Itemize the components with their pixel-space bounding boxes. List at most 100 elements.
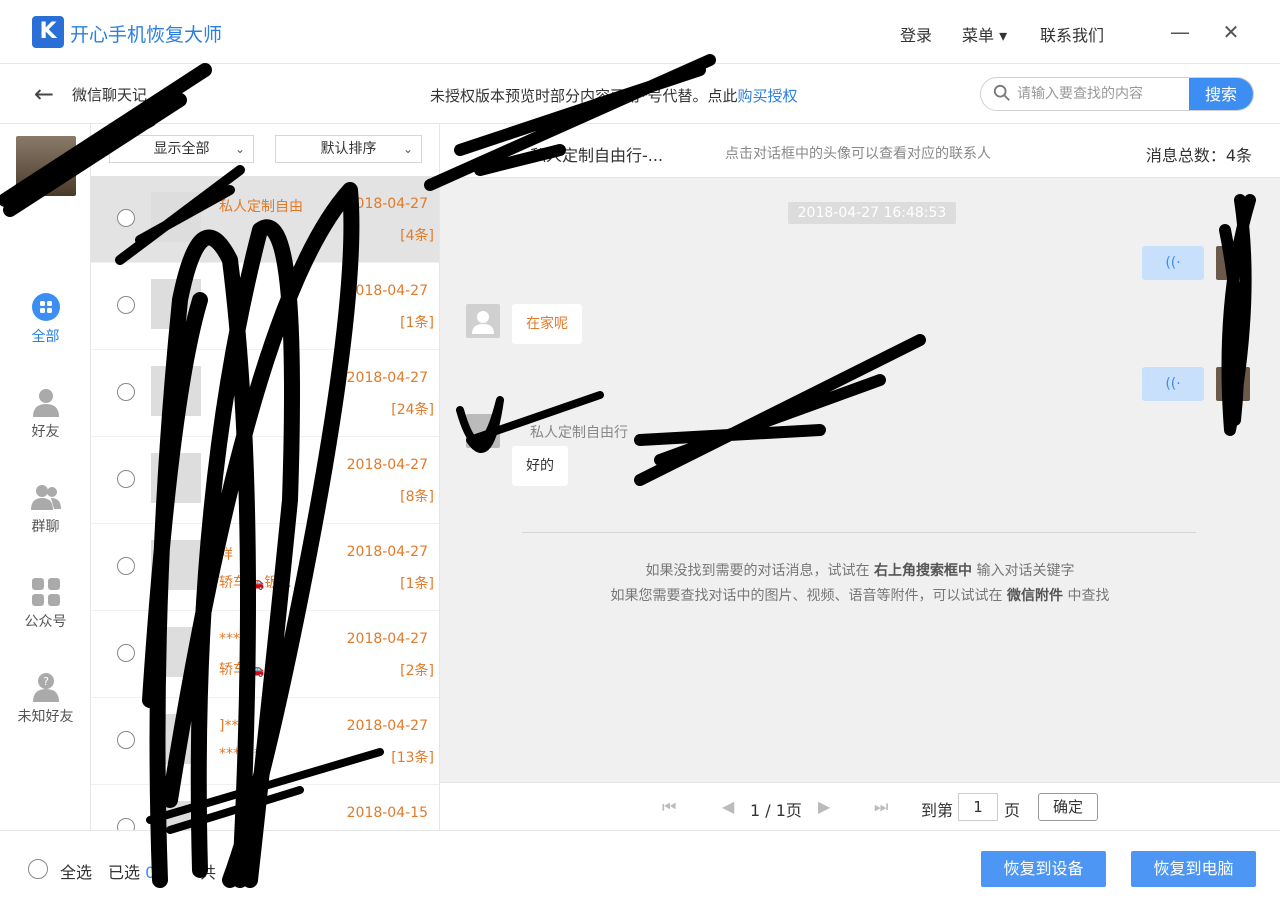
nav-item-unknown[interactable]: ? 未知好友 (0, 672, 91, 726)
pagination: ⏮ ◀ 1 / 1页 ▶ ⏭ 到第 1 页 确定 (440, 782, 1280, 830)
conversation-item[interactable]: 2018-04-15 (91, 785, 439, 830)
sort-select-value: 默认排序 (320, 141, 377, 157)
nav-label-all: 全部 (31, 329, 60, 345)
divider (522, 532, 1196, 533)
avatar[interactable] (466, 414, 500, 448)
chat-pane: 私人定制自由行-... 点击对话框中的头像可以查看对应的联系人 消息总数：4条 … (440, 124, 1280, 830)
voice-message-bubble[interactable]: ((· (1142, 246, 1204, 280)
conversation-date: 2018-04-27 (346, 631, 428, 647)
avatar[interactable] (466, 304, 500, 338)
chat-hint: 点击对话框中的头像可以查看对应的联系人 (725, 146, 991, 162)
category-nav: 全部 好友 群聊 公众号 ? 未知好友 (0, 124, 91, 830)
chat-header: 私人定制自由行-... 点击对话框中的头像可以查看对应的联系人 消息总数：4条 (440, 124, 1280, 178)
conversation-item[interactable]: 私人定制自由 2018-04-27 [4条] (91, 176, 439, 263)
menu-dropdown[interactable]: 菜单 ▾ (962, 22, 1007, 46)
conversation-radio[interactable] (117, 731, 135, 749)
nav-item-all[interactable]: 全部 (0, 292, 91, 346)
voice-wave-icon: ((· (1165, 255, 1181, 271)
conversation-radio[interactable] (117, 383, 135, 401)
person-icon (32, 389, 59, 417)
filter-select[interactable]: 显示全部 ⌄ (109, 135, 254, 163)
back-arrow-icon[interactable]: ← (34, 80, 54, 108)
conversation-radio[interactable] (117, 296, 135, 314)
conversation-radio[interactable] (117, 557, 135, 575)
unknown-person-icon: ? (32, 673, 59, 702)
conversation-name: 祥 (219, 547, 233, 563)
next-page-icon[interactable]: ▶ (818, 797, 830, 816)
conversation-radio[interactable] (117, 470, 135, 488)
conversation-radio[interactable] (117, 644, 135, 662)
nav-item-official[interactable]: 公众号 (0, 577, 91, 631)
selected-number: 0 (145, 863, 156, 882)
conversation-avatar (151, 801, 201, 830)
restore-to-device-button[interactable]: 恢复到设备 (981, 851, 1106, 887)
select-all-label[interactable]: 全选 (60, 859, 92, 883)
search-input[interactable] (1017, 78, 1187, 110)
text-message-bubble: 好的 (512, 446, 568, 486)
list-filters: 显示全部 ⌄ 默认排序 ⌄ (91, 124, 439, 176)
conversation-count: [24条] (391, 402, 434, 418)
last-page-icon[interactable]: ⏭ (874, 797, 888, 817)
close-button[interactable]: ✕ (1219, 20, 1243, 44)
conversation-preview: 轿车🚗钣... (219, 662, 292, 678)
conversation-item[interactable]: 2018-04-27 [1条] (91, 263, 439, 350)
chat-title: 私人定制自由行-... (530, 146, 664, 165)
minimize-button[interactable]: — (1168, 20, 1192, 44)
tip-emphasis: 微信附件 (1007, 588, 1063, 604)
title-bar: K 开心手机恢复大师 登录 菜单 ▾ 联系我们 — ✕ (0, 0, 1280, 64)
conversation-preview: 轿车🚗钣... (219, 575, 292, 591)
total-count: 共 条 (200, 859, 257, 883)
sort-select[interactable]: 默认排序 ⌄ (275, 135, 422, 163)
conversation-avatar (151, 714, 201, 764)
search-icon (993, 84, 1010, 101)
prev-page-icon[interactable]: ◀ (722, 797, 734, 816)
tip-text: 中查找 (1063, 588, 1110, 604)
restore-to-pc-button[interactable]: 恢复到电脑 (1131, 851, 1256, 887)
chevron-down-icon: ⌄ (402, 142, 413, 156)
conversation-item[interactable]: ]**** ******* 2018-04-27 [13条] (91, 698, 439, 785)
app-logo: K (32, 16, 64, 48)
conversation-radio[interactable] (117, 209, 135, 227)
conversation-item[interactable]: 2018-04-27 [8条] (91, 437, 439, 524)
nav-label-groups: 群聊 (31, 519, 60, 535)
sender-name: 私人定制自由行 (530, 425, 628, 441)
conversation-item[interactable]: 祥轿车🚗钣... 2018-04-27 [1条] (91, 524, 439, 611)
tip-text: 如果没找到需要的对话消息，试试在 (645, 563, 874, 579)
total-prefix: 共 (200, 863, 217, 882)
confirm-page-button[interactable]: 确定 (1038, 793, 1098, 821)
nav-label-unknown: 未知好友 (17, 709, 74, 725)
conversation-name: *** (219, 631, 240, 647)
contact-link[interactable]: 联系我们 (1040, 22, 1104, 46)
nav-label-official: 公众号 (24, 614, 67, 630)
conversation-name: 私人定制自由 (219, 199, 303, 215)
conversation-item[interactable]: *** 轿车🚗钣... 2018-04-27 [2条] (91, 611, 439, 698)
bottom-bar: 全选 已选 0 共 条 恢复到设备 恢复到电脑 (0, 830, 1280, 900)
first-page-icon[interactable]: ⏮ (662, 797, 676, 817)
select-all-radio[interactable] (28, 859, 48, 879)
conversation-preview: ******* (219, 746, 268, 762)
grid-dots-icon (31, 293, 60, 321)
conversation-radio[interactable] (117, 818, 135, 830)
conversation-avatar (151, 540, 201, 590)
nav-item-groups[interactable]: 群聊 (0, 482, 91, 536)
search-button[interactable]: 搜索 (1189, 78, 1253, 110)
avatar[interactable] (1216, 367, 1250, 401)
goto-label: 到第 (921, 801, 954, 820)
conversation-date: 2018-04-15 (346, 805, 428, 821)
conversation-avatar (151, 453, 201, 503)
page-number-input[interactable]: 1 (958, 793, 998, 821)
search-tip: 如果没找到需要的对话消息，试试在 右上角搜索框中 输入对话关键字 (440, 560, 1280, 580)
conversation-item[interactable]: 2018-04-27 [24条] (91, 350, 439, 437)
conversation-date: 2018-04-27 (346, 544, 428, 560)
device-avatar (16, 136, 76, 196)
voice-message-bubble[interactable]: ((· (1142, 367, 1204, 401)
selected-count: 已选 0 (108, 859, 155, 883)
nav-item-friends[interactable]: 好友 (0, 387, 91, 441)
page-info: 1 / 1页 (750, 801, 802, 820)
conversation-avatar (151, 627, 201, 677)
buy-license-link[interactable]: 购买授权 (738, 87, 798, 105)
conversation-date: 2018-04-27 (346, 718, 428, 734)
group-icon (30, 485, 61, 510)
avatar[interactable] (1216, 246, 1250, 280)
login-link[interactable]: 登录 (900, 22, 932, 46)
